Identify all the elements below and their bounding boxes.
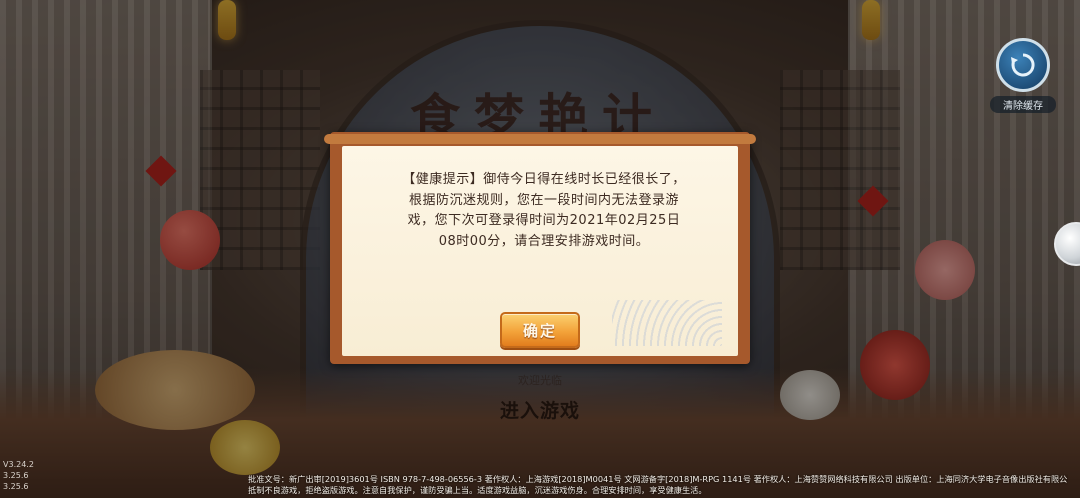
refresh-cycle-icon (996, 38, 1050, 92)
version-line: 3.25.6 (3, 471, 29, 480)
legal-footer: 批准文号：新广出审[2019]3601号 ISBN 978-7-498-0655… (248, 474, 1068, 496)
legal-line-2: 抵制不良游戏，拒绝盗版游戏。注意自我保护，谨防受骗上当。适度游戏益脑，沉迷游戏伤… (248, 485, 707, 495)
version-info: V3.24.2 3.25.6 3.25.6 (3, 459, 34, 492)
game-login-screen: 食梦艳计 欢迎光临 进入游戏 清除缓存 V3.24.2 3.25.6 3.25.… (0, 0, 1080, 498)
version-line: 3.25.6 (3, 482, 29, 491)
legal-line-1: 批准文号：新广出审[2019]3601号 ISBN 978-7-498-0655… (248, 474, 1068, 484)
confirm-button[interactable]: 确定 (500, 312, 580, 348)
version-line: V3.24.2 (3, 460, 34, 469)
health-notice-dialog: 【健康提示】御侍今日得在线时长已经很长了，根据防沉迷规则，您在一段时间内无法登录… (324, 132, 756, 364)
health-notice-message: 【健康提示】御侍今日得在线时长已经很长了，根据防沉迷规则，您在一段时间内无法登录… (402, 172, 686, 249)
wave-pattern-decoration (612, 300, 722, 346)
clear-cache-button[interactable]: 清除缓存 (990, 38, 1056, 113)
clear-cache-label: 清除缓存 (990, 96, 1056, 113)
